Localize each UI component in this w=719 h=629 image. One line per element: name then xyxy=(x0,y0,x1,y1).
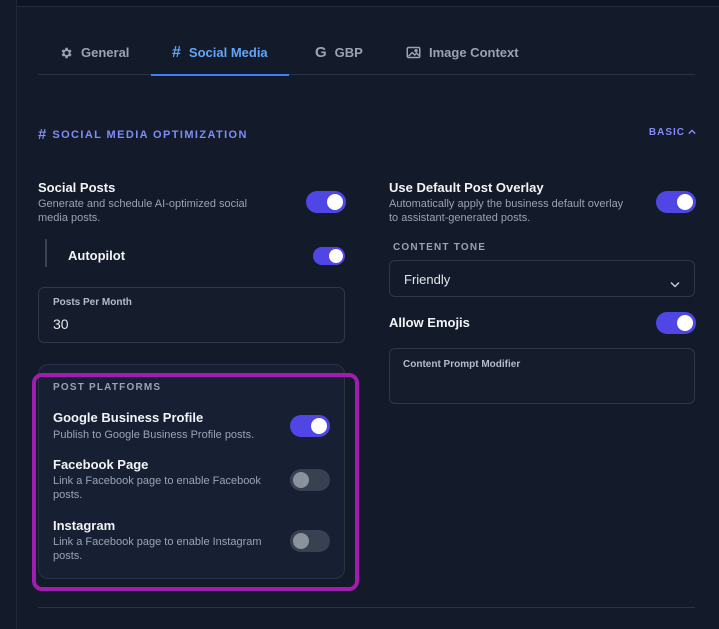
tab-social-media[interactable]: # Social Media xyxy=(151,30,289,76)
tab-gbp[interactable]: G GBP xyxy=(315,30,363,75)
top-bar xyxy=(16,0,719,7)
content-prompt-modifier-field[interactable]: Content Prompt Modifier xyxy=(389,348,695,404)
chevron-down-icon xyxy=(670,275,680,293)
google-icon: G xyxy=(315,44,327,61)
allow-emojis-label: Allow Emojis xyxy=(389,315,470,330)
autopilot-label: Autopilot xyxy=(68,248,126,263)
social-posts-description-line1: Generate and schedule AI-optimized socia… xyxy=(38,198,248,210)
autopilot-toggle[interactable] xyxy=(313,247,345,265)
tab-gbp-label: GBP xyxy=(334,45,363,60)
highlight-outline xyxy=(32,373,359,591)
content-prompt-modifier-label: Content Prompt Modifier xyxy=(403,359,521,370)
posts-per-month-field[interactable]: Posts Per Month 30 xyxy=(38,287,345,343)
left-divider xyxy=(16,0,17,629)
default-overlay-description-line1: Automatically apply the business default… xyxy=(389,198,624,210)
allow-emojis-toggle[interactable] xyxy=(656,312,696,334)
default-overlay-toggle[interactable] xyxy=(656,191,696,213)
hash-icon: # xyxy=(172,43,181,61)
posts-per-month-label: Posts Per Month xyxy=(53,297,132,308)
content-tone-label: CONTENT TONE xyxy=(393,242,487,253)
social-posts-description-line2: media posts. xyxy=(38,212,101,224)
image-icon xyxy=(406,46,421,59)
bottom-divider xyxy=(38,607,695,608)
social-posts-description: Generate and schedule AI-optimized socia… xyxy=(38,197,288,225)
tab-image-context[interactable]: Image Context xyxy=(406,30,519,75)
default-overlay-description-line2: to assistant-generated posts. xyxy=(389,212,531,224)
posts-per-month-value[interactable]: 30 xyxy=(53,316,69,332)
default-overlay-description: Automatically apply the business default… xyxy=(389,197,649,225)
hash-icon: # xyxy=(38,126,47,143)
basic-mode-toggle[interactable]: BASIC xyxy=(649,127,696,138)
chevron-up-icon xyxy=(688,127,696,138)
tab-image-context-label: Image Context xyxy=(429,45,519,60)
content-tone-value: Friendly xyxy=(404,272,451,287)
social-posts-label: Social Posts xyxy=(38,180,116,195)
tab-social-media-label: Social Media xyxy=(188,45,268,60)
autopilot-indent-line xyxy=(45,239,47,267)
section-title: # SOCIAL MEDIA OPTIMIZATION xyxy=(38,126,248,143)
basic-mode-label: BASIC xyxy=(648,127,685,138)
social-posts-toggle[interactable] xyxy=(306,191,346,213)
tab-general-label: General xyxy=(81,45,130,60)
default-overlay-label: Use Default Post Overlay xyxy=(389,180,544,195)
section-title-text: SOCIAL MEDIA OPTIMIZATION xyxy=(52,128,248,141)
gear-icon xyxy=(59,46,73,60)
tab-general[interactable]: General xyxy=(59,30,129,75)
content-tone-select[interactable]: Friendly xyxy=(389,260,695,297)
tab-bar: General # Social Media G GBP Image Conte… xyxy=(38,30,695,76)
